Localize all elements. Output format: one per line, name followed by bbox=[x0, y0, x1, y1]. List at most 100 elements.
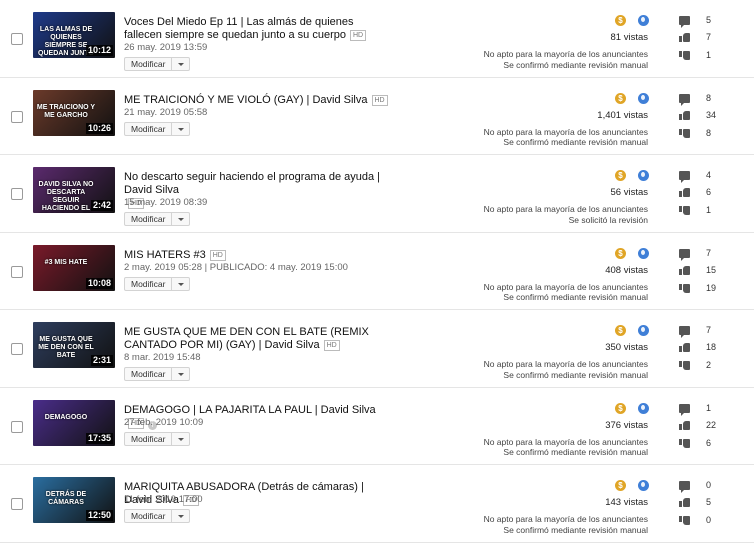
comment-icon bbox=[679, 248, 690, 261]
monetization-line-2: Se confirmó mediante revisión manual bbox=[503, 447, 648, 457]
view-count: 350 vistas bbox=[605, 342, 648, 353]
edit-button[interactable]: Modificar bbox=[124, 431, 173, 446]
comment-count: 5 bbox=[706, 15, 712, 25]
thumbnail-caption: DAVID SILVA NO DESCARTA SEGUIR HACIENDO … bbox=[38, 181, 94, 212]
video-duration: 12:50 bbox=[85, 510, 113, 521]
edit-button[interactable]: Modificar bbox=[124, 212, 173, 226]
select-checkbox[interactable] bbox=[11, 188, 23, 200]
monetization-status: No apto para la mayoría de los anunciant… bbox=[484, 49, 648, 70]
comment-icon bbox=[679, 16, 690, 28]
monetization-line-1: No apto para la mayoría de los anunciant… bbox=[483, 204, 648, 214]
thumbnail-caption: #3 MIS HATE bbox=[44, 258, 88, 266]
video-title[interactable]: ME GUSTA QUE ME DEN CON EL BATE (REMIX C… bbox=[124, 326, 394, 352]
globe-icon bbox=[638, 325, 649, 336]
video-row[interactable]: DETRÁS DE CÁMARAS 12:50 MARIQUITA ABUSAD… bbox=[0, 465, 754, 543]
edit-button-group: Modificar bbox=[124, 212, 191, 226]
thumbs-up-icon bbox=[679, 265, 690, 275]
edit-button-group: Modificar bbox=[124, 276, 191, 291]
video-date: 2 may. 2019 05:28 | PUBLICADO: 4 may. 20… bbox=[124, 261, 348, 273]
thumbs-up-icon bbox=[679, 33, 690, 42]
video-thumbnail[interactable]: DEMAGOGO 17:35 bbox=[33, 399, 115, 446]
globe-icon bbox=[638, 92, 649, 104]
thumbnail-caption: ME TRAICIONO Y ME GARCHO bbox=[36, 103, 96, 119]
dollar-coin-icon[interactable]: $ bbox=[615, 325, 626, 336]
monetization-line-2: Se confirmó mediante revisión manual bbox=[503, 369, 648, 380]
video-title[interactable]: Voces Del Miedo Ep 11 | Las almás de qui… bbox=[124, 16, 394, 42]
video-thumbnail[interactable]: ME GUSTA QUE ME DEN CON EL BATE 2:31 bbox=[33, 322, 115, 368]
dislike-count: 8 bbox=[706, 127, 712, 138]
video-title[interactable]: MIS HATERS #3 HD bbox=[124, 249, 394, 262]
video-date: 21 may. 2019 05:58 bbox=[124, 106, 208, 118]
dollar-coin-icon[interactable]: $ bbox=[615, 247, 626, 259]
video-thumbnail[interactable]: #3 MIS HATE 10:08 bbox=[33, 244, 115, 291]
select-checkbox[interactable] bbox=[11, 498, 23, 510]
video-row[interactable]: #3 MIS HATE 10:08 MIS HATERS #3 HD 2 may.… bbox=[0, 233, 754, 310]
monetization-line-1: No apto para la mayoría de los anunciant… bbox=[483, 126, 648, 137]
edit-button[interactable]: Modificar bbox=[124, 367, 173, 381]
video-title-text[interactable]: ME TRAICIONÓ Y ME VIOLÓ (GAY) | David Si… bbox=[124, 94, 368, 106]
video-row[interactable]: DEMAGOGO 17:35 DEMAGOGO | LA PAJARITA LA… bbox=[0, 388, 754, 465]
chevron-down-icon[interactable] bbox=[172, 276, 191, 291]
thumbs-down-icon bbox=[679, 206, 690, 215]
video-duration: 17:35 bbox=[85, 432, 113, 444]
video-thumbnail[interactable]: ME TRAICIONO Y ME GARCHO 10:26 bbox=[33, 89, 115, 136]
edit-button[interactable]: Modificar bbox=[124, 121, 173, 136]
video-thumbnail[interactable]: DAVID SILVA NO DESCARTA SEGUIR HACIENDO … bbox=[33, 167, 115, 213]
globe-icon bbox=[638, 480, 649, 491]
dollar-coin-icon[interactable]: $ bbox=[615, 92, 626, 104]
edit-button-group: Modificar bbox=[124, 57, 191, 71]
comment-count: 7 bbox=[706, 325, 712, 335]
thumbnail-caption: DEMAGOGO bbox=[44, 413, 88, 421]
video-duration: 10:26 bbox=[85, 122, 113, 134]
view-count: 1,401 vistas bbox=[597, 109, 648, 121]
video-date: 15 may. 2019 08:39 bbox=[124, 197, 208, 208]
video-list: LAS ALMAS DE QUIENES SIEMPRE SE QUEDAN J… bbox=[0, 0, 754, 543]
like-count: 34 bbox=[706, 109, 717, 120]
video-duration: 10:08 bbox=[85, 277, 113, 289]
monetization-status: No apto para la mayoría de los anunciant… bbox=[484, 282, 648, 303]
thumbs-down-icon bbox=[679, 128, 690, 138]
video-title-text[interactable]: No descarto seguir haciendo el programa … bbox=[124, 171, 380, 196]
select-checkbox[interactable] bbox=[11, 343, 23, 355]
video-thumbnail[interactable]: LAS ALMAS DE QUIENES SIEMPRE SE QUEDAN J… bbox=[33, 12, 115, 58]
monetization-status: No apto para la mayoría de los anunciant… bbox=[484, 359, 648, 380]
comment-count: 4 bbox=[706, 170, 712, 180]
video-title-text[interactable]: DEMAGOGO | LA PAJARITA LA PAUL | David S… bbox=[124, 404, 376, 416]
thumbs-up-icon bbox=[679, 420, 690, 430]
chevron-down-icon[interactable] bbox=[172, 212, 191, 226]
chevron-down-icon[interactable] bbox=[172, 509, 191, 523]
view-count: 56 vistas bbox=[610, 187, 649, 198]
edit-button[interactable]: Modificar bbox=[124, 276, 173, 291]
video-row[interactable]: ME GUSTA QUE ME DEN CON EL BATE 2:31 ME … bbox=[0, 310, 754, 388]
video-thumbnail[interactable]: DETRÁS DE CÁMARAS 12:50 bbox=[33, 477, 115, 523]
select-checkbox[interactable] bbox=[11, 265, 23, 278]
dollar-coin-icon[interactable]: $ bbox=[615, 480, 626, 491]
video-title-text[interactable]: MIS HATERS #3 bbox=[124, 249, 206, 261]
video-title[interactable]: ME TRAICIONÓ Y ME VIOLÓ (GAY) | David Si… bbox=[124, 94, 394, 107]
chevron-down-icon[interactable] bbox=[172, 121, 191, 136]
video-title-text[interactable]: Voces Del Miedo Ep 11 | Las almás de qui… bbox=[124, 16, 354, 41]
chevron-down-icon[interactable] bbox=[172, 57, 191, 71]
view-count: 143 vistas bbox=[605, 497, 648, 508]
select-checkbox[interactable] bbox=[11, 420, 23, 433]
video-row[interactable]: ME TRAICIONO Y ME GARCHO 10:26 ME TRAICI… bbox=[0, 78, 754, 155]
thumbnail-caption: DETRÁS DE CÁMARAS bbox=[45, 491, 87, 506]
edit-button[interactable]: Modificar bbox=[124, 509, 173, 523]
select-checkbox[interactable] bbox=[11, 33, 23, 45]
video-row[interactable]: DAVID SILVA NO DESCARTA SEGUIR HACIENDO … bbox=[0, 155, 754, 233]
comment-icon bbox=[679, 481, 690, 493]
video-row[interactable]: LAS ALMAS DE QUIENES SIEMPRE SE QUEDAN J… bbox=[0, 0, 754, 78]
select-checkbox[interactable] bbox=[11, 110, 23, 123]
like-count: 6 bbox=[706, 187, 712, 197]
dollar-coin-icon[interactable]: $ bbox=[615, 170, 626, 181]
dollar-coin-icon[interactable]: $ bbox=[615, 402, 626, 414]
dislike-count: 1 bbox=[706, 205, 712, 215]
chevron-down-icon[interactable] bbox=[172, 431, 191, 446]
monetization-status: No apto para la mayoría de los anunciant… bbox=[484, 437, 648, 458]
edit-button-group: Modificar bbox=[124, 121, 191, 136]
dollar-coin-icon[interactable]: $ bbox=[615, 15, 626, 26]
comment-icon bbox=[679, 171, 690, 183]
edit-button[interactable]: Modificar bbox=[124, 57, 173, 71]
chevron-down-icon[interactable] bbox=[172, 367, 191, 381]
hd-badge: HD bbox=[371, 94, 388, 106]
